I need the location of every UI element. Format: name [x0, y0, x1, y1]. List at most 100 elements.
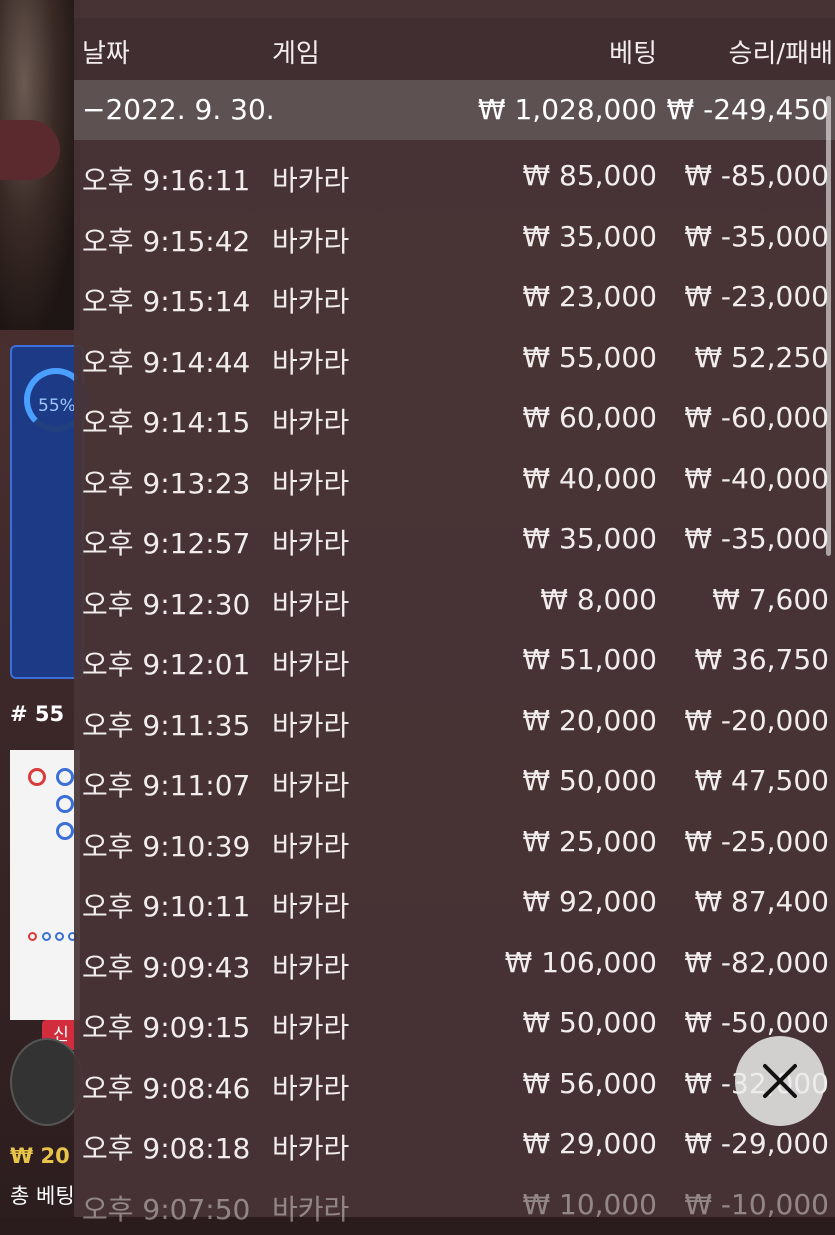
day-summary-date: −2022. 9. 30. — [82, 93, 275, 126]
row-win-loss: ₩ -60,000 — [684, 401, 829, 434]
ring-percent: 55% — [38, 396, 76, 416]
row-time: 오후 9:08:46 — [82, 1067, 250, 1107]
row-time: 오후 9:09:15 — [82, 1006, 250, 1046]
row-win-loss: ₩ -85,000 — [684, 159, 829, 192]
table-row[interactable]: 오후 9:13:23바카라₩ 40,000₩ -40,000 — [74, 449, 835, 510]
row-bet: ₩ 10,000 — [522, 1188, 657, 1221]
bead-road — [10, 750, 80, 1020]
row-time: 오후 9:12:30 — [82, 583, 250, 623]
row-time: 오후 9:12:57 — [82, 522, 250, 562]
table-row[interactable]: 오후 9:11:35바카라₩ 20,000₩ -20,000 — [74, 691, 835, 752]
row-time: 오후 9:11:35 — [82, 704, 250, 744]
scrollbar[interactable] — [826, 96, 831, 556]
road-marker — [56, 795, 74, 813]
table-row[interactable]: 오후 9:09:43바카라₩ 106,000₩ -82,000 — [74, 933, 835, 994]
dealer-table — [0, 120, 60, 180]
row-game: 바카라 — [272, 885, 349, 925]
row-time: 오후 9:10:39 — [82, 825, 250, 865]
row-win-loss: ₩ -35,000 — [684, 522, 829, 555]
table-row[interactable]: 오후 9:11:07 바카라 ₩ 50,000 ₩ 47,500 — [74, 751, 835, 812]
row-win-loss: ₩ -20,000 — [684, 704, 829, 737]
table-row[interactable]: 오후 9:10:11바카라₩ 92,000₩ 87,400 — [74, 872, 835, 933]
road-marker — [56, 768, 74, 786]
round-number: # 55 — [10, 702, 64, 726]
row-bet: ₩ 55,000 — [522, 341, 657, 374]
table-row[interactable]: 오후 9:16:11바카라₩ 85,000₩ -85,000 — [74, 146, 835, 207]
row-game: 바카라 — [272, 401, 349, 441]
row-time: 오후 9:08:18 — [82, 1127, 250, 1167]
table-row[interactable]: 오후 9:09:15바카라₩ 50,000₩ -50,000 — [74, 993, 835, 1054]
row-game: 바카라 — [272, 1127, 349, 1167]
row-bet: ₩ 50,000 — [522, 764, 657, 797]
row-game: 바카라 — [272, 946, 349, 986]
row-time: 오후 9:12:01 — [82, 643, 250, 683]
row-bet: ₩ 25,000 — [522, 825, 657, 858]
close-icon — [762, 1063, 798, 1099]
table-row[interactable]: 오후 9:15:14 바카라 ₩ 23,000 ₩ -23,000 — [74, 267, 835, 328]
row-game: 바카라 — [272, 825, 349, 865]
header-date: 날짜 — [82, 33, 130, 70]
row-time: 오후 9:15:14 — [82, 280, 250, 320]
close-button[interactable] — [735, 1036, 825, 1126]
table-row[interactable]: 오후 9:08:46바카라₩ 56,000₩ -32,000 — [74, 1054, 835, 1115]
row-game: 바카라 — [272, 1067, 349, 1107]
row-time: 오후 9:09:43 — [82, 946, 250, 986]
row-time: 오후 9:15:42 — [82, 220, 250, 260]
row-time: 오후 9:07:50 — [82, 1188, 250, 1228]
row-win-loss: ₩ 52,250 — [694, 341, 829, 374]
row-win-loss: ₩ -40,000 — [684, 462, 829, 495]
row-game: 바카라 — [272, 1188, 349, 1228]
chip-icon[interactable] — [10, 1038, 84, 1126]
header-game: 게임 — [272, 33, 320, 70]
row-bet: ₩ 23,000 — [522, 280, 657, 313]
row-game: 바카라 — [272, 764, 349, 804]
header-bet: 베팅 — [609, 33, 657, 70]
row-bet: ₩ 29,000 — [522, 1127, 657, 1160]
total-bet-label: 총 베팅 — [10, 1180, 75, 1210]
row-time: 오후 9:16:11 — [82, 159, 250, 199]
row-bet: ₩ 60,000 — [522, 401, 657, 434]
row-bet: ₩ 35,000 — [522, 522, 657, 555]
road-marker — [55, 932, 64, 941]
road-marker — [56, 822, 74, 840]
row-game: 바카라 — [272, 280, 349, 320]
row-game: 바카라 — [272, 159, 349, 199]
day-summary-win-loss: ₩ -249,450 — [667, 93, 829, 126]
road-marker — [28, 932, 37, 941]
day-summary-bet: ₩ 1,028,000 — [478, 93, 657, 126]
history-list[interactable]: 오후 9:16:11바카라₩ 85,000₩ -85,000 오후 9:15:4… — [74, 146, 835, 1235]
table-row[interactable]: 오후 9:07:50바카라₩ 10,000₩ -10,000 — [74, 1175, 835, 1235]
row-game: 바카라 — [272, 220, 349, 260]
table-row[interactable]: 오후 9:10:39 바카라 ₩ 25,000 ₩ -25,000 — [74, 812, 835, 873]
row-time: 오후 9:11:07 — [82, 764, 250, 804]
row-win-loss: ₩ -23,000 — [684, 280, 829, 313]
row-win-loss: ₩ -29,000 — [684, 1127, 829, 1160]
row-bet: ₩ 51,000 — [522, 643, 657, 676]
row-game: 바카라 — [272, 583, 349, 623]
table-row[interactable]: 오후 9:15:42바카라₩ 35,000₩ -35,000 — [74, 207, 835, 268]
day-summary-row[interactable]: −2022. 9. 30. ₩ 1,028,000 ₩ -249,450 — [74, 80, 835, 140]
row-game: 바카라 — [272, 462, 349, 502]
row-game: 바카라 — [272, 341, 349, 381]
row-game: 바카라 — [272, 704, 349, 744]
table-row[interactable]: 오후 9:08:18 바카라 ₩ 29,000 ₩ -29,000 — [74, 1114, 835, 1175]
row-bet: ₩ 35,000 — [522, 220, 657, 253]
table-row[interactable]: 오후 9:12:01바카라₩ 51,000₩ 36,750 — [74, 630, 835, 691]
row-game: 바카라 — [272, 643, 349, 683]
table-row[interactable]: 오후 9:14:44 바카라 ₩ 55,000 ₩ 52,250 — [74, 328, 835, 389]
table-row[interactable]: 오후 9:12:30바카라₩ 8,000₩ 7,600 — [74, 570, 835, 631]
road-marker — [42, 932, 51, 941]
table-row[interactable]: 오후 9:12:57바카라₩ 35,000₩ -35,000 — [74, 509, 835, 570]
row-win-loss: ₩ 87,400 — [694, 885, 829, 918]
row-win-loss: ₩ -50,000 — [684, 1006, 829, 1039]
row-win-loss: ₩ -25,000 — [684, 825, 829, 858]
header-win-loss: 승리/패배 — [729, 33, 833, 70]
row-time: 오후 9:14:44 — [82, 341, 250, 381]
row-bet: ₩ 106,000 — [505, 946, 657, 979]
road-marker — [28, 768, 46, 786]
row-bet: ₩ 8,000 — [540, 583, 657, 616]
balance-amount: ₩ 20 — [10, 1144, 70, 1168]
table-row[interactable]: 오후 9:14:15바카라₩ 60,000₩ -60,000 — [74, 388, 835, 449]
row-time: 오후 9:10:11 — [82, 885, 250, 925]
row-win-loss: ₩ 47,500 — [694, 764, 829, 797]
